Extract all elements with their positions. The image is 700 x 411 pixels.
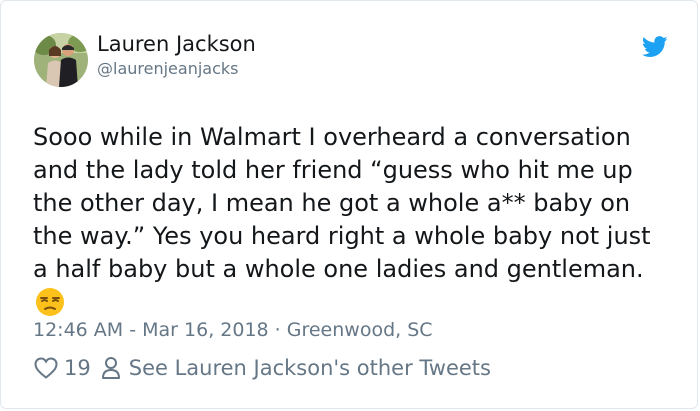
tweet-location[interactable]: Greenwood, SC xyxy=(287,319,433,341)
tweet-line: the way.” Yes you heard right a whole ba… xyxy=(33,222,651,250)
see-other-tweets-link[interactable]: See Lauren Jackson's other Tweets xyxy=(129,356,491,380)
person-icon[interactable] xyxy=(101,356,121,380)
tweet-meta: 12:46 AM - Mar 16, 2018 · Greenwood, SC xyxy=(33,319,433,341)
tweet-text: Sooo while in Walmart I overheard a conv… xyxy=(33,121,673,286)
profile-photo-icon xyxy=(34,33,88,87)
tweet-line: a half baby but a whole one ladies and g… xyxy=(33,255,644,283)
user-handle[interactable]: @laurenjeanjacks xyxy=(97,59,238,78)
heart-icon[interactable] xyxy=(34,357,58,379)
tweet-actions: 19 See Lauren Jackson's other Tweets xyxy=(34,356,491,380)
tweet-line: Sooo while in Walmart I overheard a conv… xyxy=(33,123,631,151)
meta-separator: - xyxy=(123,319,143,341)
tweet-line: the other day, I mean he got a whole a**… xyxy=(33,189,631,217)
unamused-face-emoji-icon xyxy=(36,288,64,316)
user-name[interactable]: Lauren Jackson xyxy=(97,32,256,56)
avatar[interactable] xyxy=(34,33,88,87)
meta-separator: · xyxy=(268,319,287,341)
twitter-bird-icon[interactable] xyxy=(642,36,668,58)
like-count[interactable]: 19 xyxy=(64,356,91,380)
tweet-line: and the lady told her friend “guess who … xyxy=(33,156,633,184)
tweet-time[interactable]: 12:46 AM xyxy=(33,319,123,341)
tweet-date[interactable]: Mar 16, 2018 xyxy=(142,319,269,341)
tweet-card: Lauren Jackson @laurenjeanjacks Sooo whi… xyxy=(0,0,698,409)
